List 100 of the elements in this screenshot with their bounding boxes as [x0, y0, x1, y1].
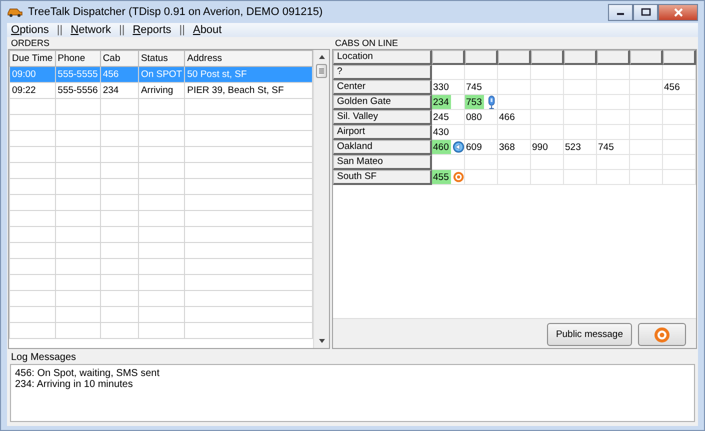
- column-header[interactable]: Cab: [100, 50, 138, 66]
- cab-number[interactable]: 456: [663, 80, 680, 94]
- table-cell: [55, 274, 100, 290]
- down-arrow-icon[interactable]: [318, 338, 326, 344]
- cab-number[interactable]: 245: [432, 110, 449, 124]
- cab-number[interactable]: 430: [432, 125, 449, 139]
- target-icon: [654, 326, 670, 342]
- cab-number[interactable]: 460: [432, 140, 451, 154]
- table-cell: [138, 306, 185, 322]
- log-line: 234: Arriving in 10 minutes: [15, 379, 134, 390]
- cab-number[interactable]: 080: [465, 110, 482, 124]
- minimize-button[interactable]: [608, 4, 633, 20]
- table-cell: [10, 322, 56, 338]
- table-cell: [138, 146, 185, 162]
- table-cell: [138, 210, 185, 226]
- table-cell: [10, 130, 56, 146]
- table-cell: [138, 226, 185, 242]
- log-line: 456: On Spot, waiting, SMS sent: [15, 368, 161, 379]
- table-cell: [55, 194, 100, 210]
- grid-cell: [564, 65, 597, 80]
- cab-number[interactable]: 523: [564, 140, 581, 154]
- table-cell: [100, 210, 138, 226]
- row-header: ?: [333, 65, 432, 80]
- cab-number[interactable]: 745: [465, 80, 482, 94]
- table-cell: [10, 194, 56, 210]
- menu-item[interactable]: Network: [70, 24, 111, 36]
- cab-number[interactable]: 234: [432, 95, 451, 109]
- grid-cell: [597, 65, 630, 80]
- public-message-button[interactable]: Public message: [546, 323, 632, 346]
- scroll-thumb[interactable]: [316, 64, 327, 78]
- table-cell: [10, 306, 56, 322]
- scrollbar[interactable]: [313, 50, 329, 348]
- panel-title: CABS ON LINE: [334, 38, 398, 49]
- table-cell: [100, 226, 138, 242]
- cab-number[interactable]: 330: [432, 80, 449, 94]
- table-cell: [10, 162, 56, 178]
- grid-cell: [597, 170, 630, 185]
- panel-title: Log Messages: [10, 352, 76, 364]
- table-cell: [10, 114, 56, 130]
- maximize-button[interactable]: [633, 4, 658, 20]
- table-cell: [100, 274, 138, 290]
- table-cell: [55, 178, 100, 194]
- grid-cell: [630, 110, 663, 125]
- table-cell: [138, 322, 185, 338]
- table-cell[interactable]: 09:22: [10, 82, 56, 98]
- column-header: [432, 50, 465, 65]
- cab-number[interactable]: 745: [597, 140, 614, 154]
- column-header[interactable]: Address: [184, 50, 312, 66]
- cab-number[interactable]: 368: [498, 140, 515, 154]
- grid-cell: [531, 95, 564, 110]
- column-header: [531, 50, 564, 65]
- target-button[interactable]: [638, 323, 686, 346]
- table-cell: [55, 242, 100, 258]
- cab-number[interactable]: 466: [498, 110, 515, 124]
- table-cell[interactable]: 555-5556: [55, 82, 100, 98]
- table-cell: [55, 306, 100, 322]
- grid-cell: [564, 95, 597, 110]
- table-cell[interactable]: Arriving: [138, 82, 185, 98]
- table-cell: [55, 162, 100, 178]
- close-button[interactable]: [658, 4, 698, 20]
- grid-cell: [564, 80, 597, 95]
- table-cell[interactable]: 234: [100, 82, 138, 98]
- table-cell: [10, 274, 56, 290]
- row-header: South SF: [333, 170, 432, 185]
- close-icon: [674, 8, 682, 16]
- column-header[interactable]: Due Time: [10, 50, 56, 66]
- table-cell: [100, 242, 138, 258]
- column-header[interactable]: Status: [138, 50, 185, 66]
- table-cell: [55, 210, 100, 226]
- cab-number[interactable]: 753: [465, 95, 484, 109]
- cab-number[interactable]: 990: [531, 140, 548, 154]
- table-cell[interactable]: PIER 39, Beach St, SF: [184, 82, 312, 98]
- column-header[interactable]: Phone: [55, 50, 100, 66]
- table-cell: [100, 114, 138, 130]
- column-header: [597, 50, 630, 65]
- cab-number[interactable]: 455: [432, 170, 451, 184]
- grid-cell: [663, 140, 696, 155]
- grid-cell: [630, 125, 663, 140]
- up-arrow-icon[interactable]: [318, 54, 326, 60]
- grid-cell: [630, 170, 663, 185]
- table-cell: [55, 146, 100, 162]
- speaker-icon: [452, 139, 464, 155]
- table-cell: [55, 322, 100, 338]
- column-header: Location: [333, 50, 432, 65]
- row-header: Oakland: [333, 140, 432, 155]
- grid-cell: [630, 155, 663, 170]
- menu-item[interactable]: Reports: [132, 24, 172, 36]
- menu-item[interactable]: Options: [11, 24, 49, 36]
- grid-cell: [564, 170, 597, 185]
- row-header: Sil. Valley: [333, 110, 432, 125]
- menu-item[interactable]: About: [192, 24, 222, 36]
- row-header: Center: [333, 80, 432, 95]
- table-cell: [138, 290, 185, 306]
- column-header: [564, 50, 597, 65]
- menu-separator: ||: [56, 24, 63, 36]
- table-cell: [138, 162, 185, 178]
- grid-cell: [663, 170, 696, 185]
- cab-number[interactable]: 609: [465, 140, 482, 154]
- grid-cell: [531, 80, 564, 95]
- column-header: [630, 50, 663, 65]
